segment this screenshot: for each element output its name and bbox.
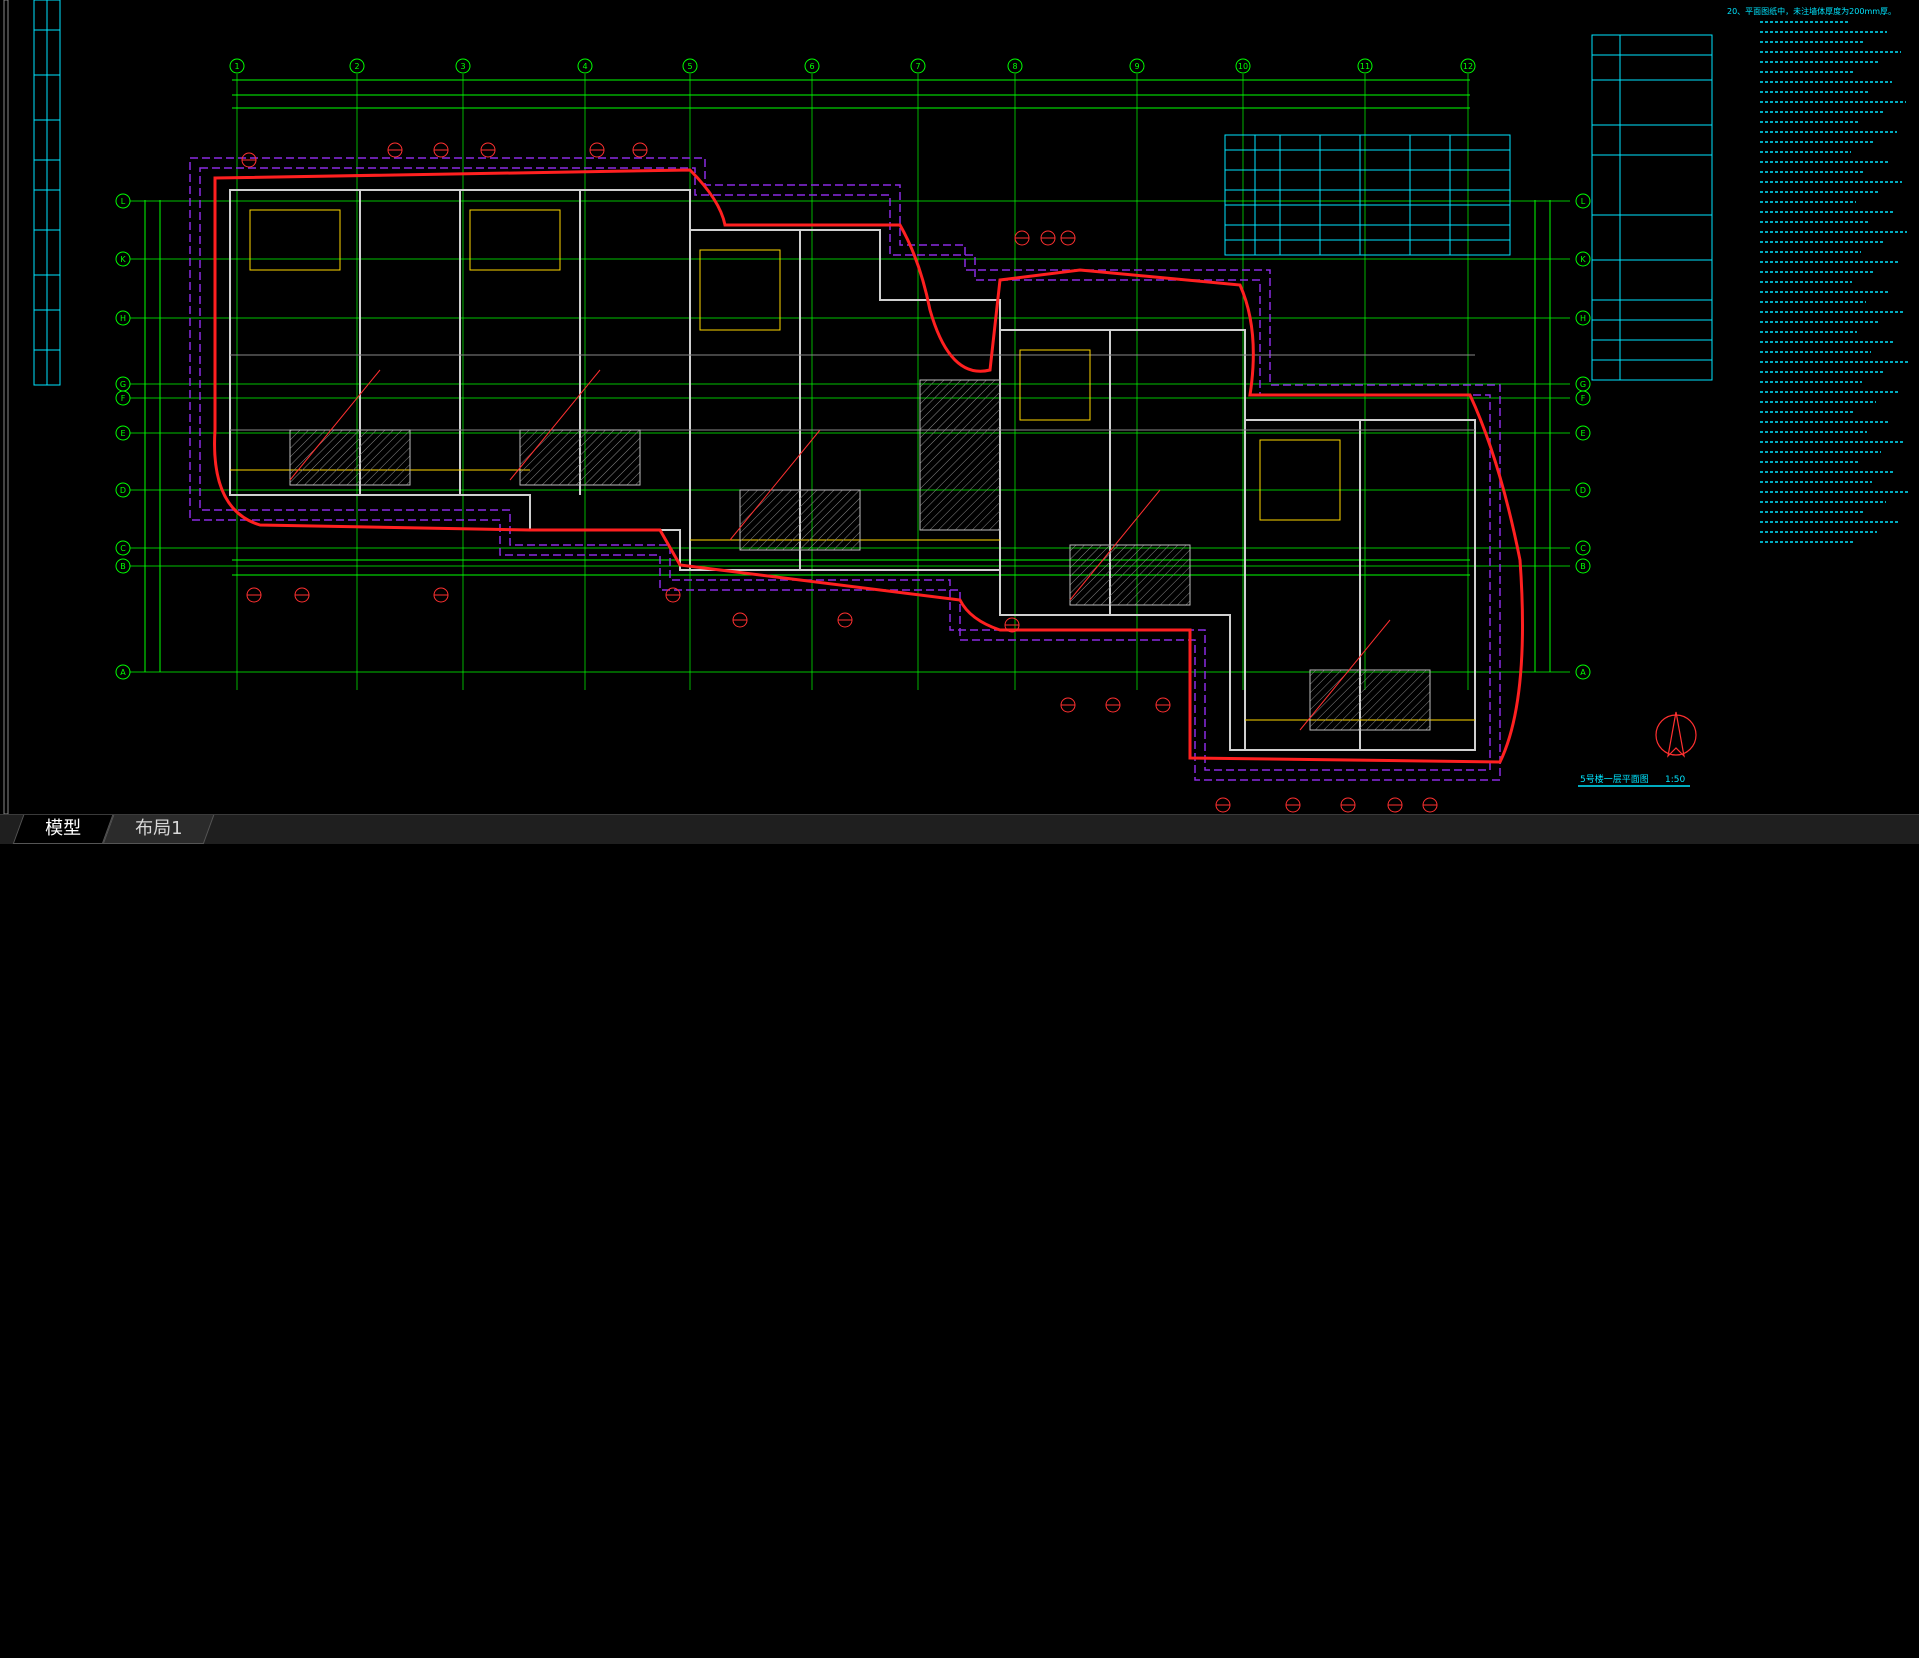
row-axis-label: G (120, 380, 126, 389)
yellow-annotations (230, 209, 1475, 721)
row-axis-label: K (120, 255, 126, 264)
left-title-strip (3, 0, 61, 814)
column-axis-label: 12 (1463, 62, 1473, 71)
column-axis-label: 3 (460, 62, 465, 71)
column-axis-label: 2 (354, 62, 359, 71)
column-axis-label: 11 (1360, 62, 1370, 71)
legend-table (1591, 34, 1713, 381)
row-axis-label: L (121, 197, 126, 206)
row-axis-label: L (1581, 197, 1586, 206)
general-notes-block (1760, 21, 1909, 543)
column-axis-bubbles: 1 2 3 4 5 6 7 8 9 10 11 12 (229, 58, 1476, 74)
section-markers (241, 142, 1438, 813)
row-axis-label: B (120, 562, 126, 571)
plan-title: 5号楼一层平面图 (1580, 773, 1649, 785)
column-axis-label: 9 (1134, 62, 1139, 71)
row-axis-label: E (1580, 429, 1585, 438)
column-axis-label: 1 (234, 62, 239, 71)
status-corner (1679, 1629, 1919, 1658)
row-axis-label: E (120, 429, 125, 438)
column-axis-lines (236, 74, 1469, 690)
row-axis-label: A (120, 668, 126, 677)
column-axis-label: 4 (582, 62, 587, 71)
layout-tab-bar: 模型 布局1 (0, 814, 1919, 844)
column-axis-label: 6 (809, 62, 814, 71)
plan-scale: 1:50 (1665, 775, 1685, 785)
row-axis-label: A (1580, 668, 1586, 677)
tab-layout-1[interactable]: 布局1 (102, 815, 215, 844)
tab-model-label: 模型 (45, 818, 82, 839)
column-axis-label: 8 (1012, 62, 1017, 71)
row-axis-label: C (1580, 544, 1586, 553)
column-axis-label: 10 (1238, 62, 1248, 71)
column-axis-label: 7 (915, 62, 920, 71)
row-axis-label: G (1580, 380, 1586, 389)
row-axis-label: B (1580, 562, 1586, 571)
cad-drawing-canvas[interactable]: 1 2 3 4 5 6 7 8 9 10 11 12 L LK KH HG GF FE ED DC CB BA A 20、… (0, 0, 1919, 814)
column-axis-label: 5 (687, 62, 692, 71)
door-window-table (1224, 134, 1511, 256)
notes-heading: 20、平面图纸中，未注墙体厚度为200mm厚。 (1727, 6, 1896, 16)
row-axis-label: H (1580, 314, 1586, 323)
row-axis-label: D (120, 486, 126, 495)
row-axis-label: H (120, 314, 126, 323)
row-axis-label: D (1580, 486, 1586, 495)
row-axis-label: F (1581, 394, 1586, 403)
tab-layout-1-label: 布局1 (135, 818, 183, 839)
row-axis-label: C (120, 544, 126, 553)
row-axis-label: F (121, 394, 126, 403)
tab-model[interactable]: 模型 (12, 815, 114, 844)
north-arrow-icon (1655, 711, 1697, 758)
row-axis-label: K (1580, 255, 1586, 264)
